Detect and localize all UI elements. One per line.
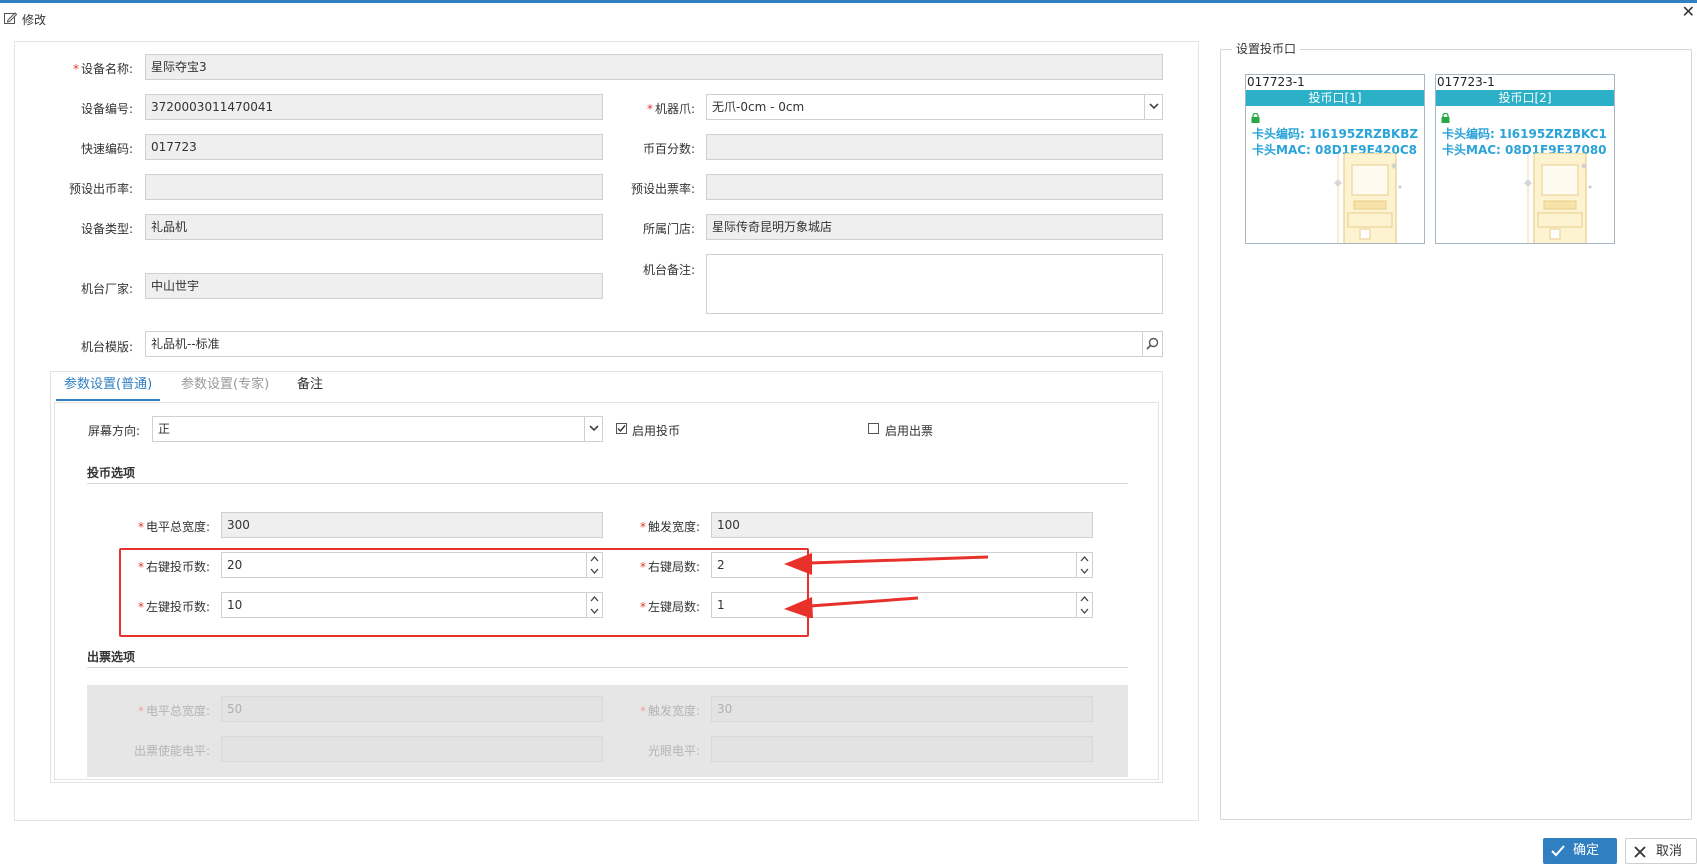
manufacturer-label: 机台厂家:	[80, 282, 133, 296]
check-icon	[1551, 845, 1565, 857]
store-label: 所属门店:	[642, 222, 695, 236]
coin-section-title: 投币选项	[87, 466, 136, 480]
arcade-machine-icon	[1524, 153, 1592, 243]
screen-direction-select[interactable]: 正	[152, 416, 603, 442]
enable-coin-checkbox[interactable]	[616, 423, 627, 434]
remark-textarea[interactable]	[706, 254, 1163, 314]
photo-level-label: 光眼电平:	[647, 744, 700, 758]
enable-coin-label: 启用投币	[632, 424, 681, 438]
card-head-code: 卡头编码: 1I6195ZRZBKBZ	[1252, 127, 1419, 141]
coin-ports-legend: 设置投币口	[1232, 40, 1301, 57]
enable-ticket-checkbox[interactable]	[868, 423, 879, 434]
close-icon[interactable]: ✕	[1682, 4, 1695, 20]
annotation-highlight-box	[119, 548, 809, 637]
preset-coin-rate-field[interactable]	[145, 174, 603, 200]
claw-select[interactable]: 无爪-0cm - 0cm	[706, 94, 1163, 120]
coin-percent-field[interactable]	[706, 134, 1163, 160]
coin-port-title: 投币口[1]	[1246, 90, 1424, 106]
ticket-section-title: 出票选项	[87, 650, 136, 664]
coin-port-card[interactable]: 017723-1 投币口[2] 卡头编码: 1I6195ZRZBKC1 卡头MA…	[1435, 74, 1615, 244]
search-icon[interactable]	[1142, 332, 1162, 356]
card-head-code: 卡头编码: 1I6195ZRZBKC1	[1442, 127, 1607, 141]
enable-ticket-label: 启用出票	[885, 424, 934, 438]
ticket-enable-level-field	[221, 736, 603, 762]
ticket-level-total-width-label: * 电平总宽度:	[137, 704, 210, 718]
store-field[interactable]: 星际传奇昆明万象城店	[706, 214, 1163, 240]
preset-ticket-rate-field[interactable]	[706, 174, 1163, 200]
cancel-button[interactable]: 取消	[1625, 838, 1697, 864]
coin-section-divider	[87, 483, 1128, 484]
device-no-field[interactable]: 3720003011470041	[145, 94, 603, 120]
close-icon	[1634, 846, 1646, 858]
ticket-trigger-width-field: 30	[711, 696, 1093, 722]
ticket-section-divider	[87, 667, 1128, 668]
chevron-down-icon[interactable]	[584, 417, 602, 441]
chevron-down-icon[interactable]	[1144, 95, 1162, 119]
coin-port-title: 投币口[2]	[1436, 90, 1614, 106]
template-field[interactable]: 礼品机--标准	[145, 331, 1163, 357]
photo-level-field	[711, 736, 1093, 762]
tab-params-expert[interactable]: 参数设置(专家)	[181, 375, 269, 401]
device-type-label: 设备类型:	[80, 222, 133, 236]
manufacturer-field[interactable]: 中山世宇	[145, 273, 603, 299]
trigger-width-field[interactable]: 100	[711, 512, 1093, 538]
template-label: 机台模版:	[80, 340, 133, 354]
tab-notes[interactable]: 备注	[297, 375, 323, 401]
device-name-label: * 设备名称:	[72, 62, 133, 76]
claw-label: * 机器爪:	[646, 102, 695, 116]
ok-button[interactable]: 确定	[1543, 838, 1617, 864]
tab-params-normal[interactable]: 参数设置(普通)	[56, 375, 161, 401]
spinner-arrows-icon[interactable]	[1076, 553, 1092, 577]
trigger-width-label: * 触发宽度:	[639, 520, 700, 534]
ticket-enable-level-label: 出票使能电平:	[133, 744, 210, 758]
preset-ticket-rate-label: 预设出票率:	[630, 182, 695, 196]
checkbox-icon	[617, 425, 626, 433]
level-total-width-field[interactable]: 300	[221, 512, 603, 538]
ticket-trigger-width-label: * 触发宽度:	[639, 704, 700, 718]
window-titlebar: 修改	[0, 3, 1697, 33]
device-name-field[interactable]: 星际夺宝3	[145, 54, 1163, 80]
remark-label: 机台备注:	[642, 263, 695, 277]
edit-icon	[4, 12, 17, 24]
window-title: 修改	[22, 13, 47, 27]
annotation-arrows	[784, 553, 989, 618]
coin-port-code: 017723-1	[1437, 75, 1495, 89]
quick-code-field[interactable]: 017723	[145, 134, 603, 160]
screen-direction-label: 屏幕方向:	[87, 424, 140, 438]
coin-port-card[interactable]: 017723-1 投币口[1] 卡头编码: 1I6195ZRZBKBZ 卡头MA…	[1245, 74, 1425, 244]
lock-icon	[1251, 113, 1260, 123]
device-no-label: 设备编号:	[80, 102, 133, 116]
spinner-arrows-icon[interactable]	[1076, 593, 1092, 617]
quick-code-label: 快速编码:	[80, 142, 133, 156]
level-total-width-label: * 电平总宽度:	[137, 520, 210, 534]
coin-percent-label: 币百分数:	[642, 142, 695, 156]
arcade-machine-icon	[1334, 153, 1402, 243]
lock-icon	[1441, 113, 1450, 123]
preset-coin-rate-label: 预设出币率:	[68, 182, 133, 196]
device-type-field[interactable]: 礼品机	[145, 214, 603, 240]
coin-port-code: 017723-1	[1247, 75, 1305, 89]
ticket-level-total-width-field: 50	[221, 696, 603, 722]
